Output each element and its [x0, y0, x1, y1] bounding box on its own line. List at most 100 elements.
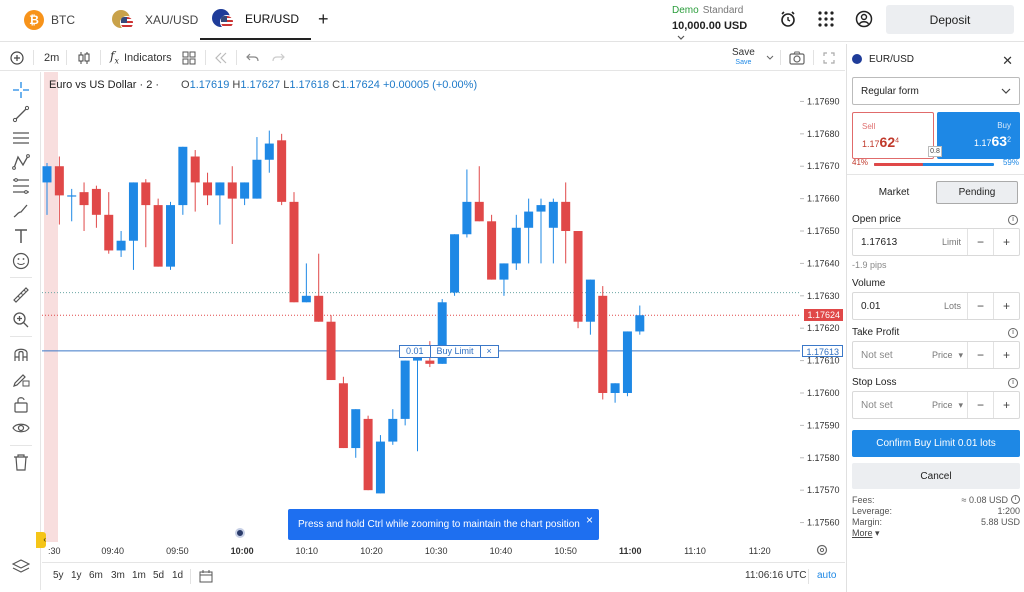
decrement-button[interactable]: −	[967, 392, 993, 418]
timeframe-1m[interactable]: 1m	[132, 570, 146, 581]
buy-limit-order-line[interactable]: 0.01 Buy Limit ×	[399, 344, 499, 358]
layers-icon[interactable]	[12, 558, 30, 576]
open-price-value[interactable]: 1.17613	[853, 237, 942, 248]
more-toggle[interactable]: More ▾	[852, 528, 1020, 539]
indicators-button[interactable]: fx Indicators	[110, 44, 172, 71]
lock-icon[interactable]	[12, 395, 30, 413]
candle-body	[610, 383, 620, 393]
decrement-button[interactable]: −	[967, 342, 993, 368]
save-button[interactable]: Save Save	[732, 48, 755, 68]
pending-tab[interactable]: Pending	[936, 181, 1018, 204]
increment-button[interactable]: +	[993, 293, 1019, 319]
candle	[413, 354, 422, 452]
tab-xau-usd[interactable]: XAU/USD	[112, 0, 198, 40]
close-panel-icon[interactable]: ✕	[1002, 53, 1013, 69]
open-price-field[interactable]: 1.17613 Limit − +	[852, 228, 1020, 256]
stop-loss-unit[interactable]: Price	[932, 400, 959, 410]
order-form-select[interactable]: Regular form	[852, 77, 1020, 105]
timeframe-6m[interactable]: 6m	[89, 570, 103, 581]
redo-icon[interactable]	[272, 52, 285, 64]
increment-button[interactable]: +	[993, 342, 1019, 368]
decrement-button[interactable]: −	[967, 293, 993, 319]
add-symbol-icon[interactable]	[10, 51, 24, 65]
volume-value[interactable]: 0.01	[853, 301, 944, 312]
timeframe-3m[interactable]: 3m	[111, 570, 125, 581]
increment-button[interactable]: +	[993, 392, 1019, 418]
tab-eur-usd[interactable]: EUR/USD	[200, 0, 312, 40]
market-tab[interactable]: Market	[852, 181, 936, 204]
visibility-eye-icon[interactable]	[12, 419, 30, 437]
candlestick-chart[interactable]: 1.17690 1.17680 1.17670 1.17660 1.17650 1.176…	[42, 72, 845, 562]
stop-loss-value[interactable]: Not set	[853, 400, 932, 411]
add-tab-icon[interactable]: +	[318, 9, 329, 30]
undo-icon[interactable]	[246, 52, 259, 64]
toast-close-icon[interactable]: ×	[586, 513, 593, 527]
magnet-icon[interactable]	[12, 345, 30, 363]
trend-line-icon[interactable]	[12, 105, 30, 123]
stop-loss-field[interactable]: Not set Price ▾ − +	[852, 391, 1020, 419]
candle-body	[351, 409, 361, 449]
tool-divider	[10, 336, 32, 337]
info-icon[interactable]: i	[1008, 378, 1018, 388]
brush-icon[interactable]	[12, 202, 30, 220]
x-tick-label: 10:30	[425, 546, 448, 556]
tab-label: EUR/USD	[245, 12, 300, 26]
confirm-order-button[interactable]: Confirm Buy Limit 0.01 lots	[852, 430, 1020, 457]
camera-icon[interactable]	[789, 51, 805, 65]
order-close-icon[interactable]: ×	[481, 346, 498, 357]
volume-field[interactable]: 0.01 Lots − +	[852, 292, 1020, 320]
take-profit-value[interactable]: Not set	[853, 350, 932, 361]
timeframe-5y[interactable]: 5y	[53, 570, 64, 581]
account-selector[interactable]: Demo Standard 10,000.00 USD	[672, 4, 752, 44]
sell-button[interactable]: Sell 1.17624	[852, 112, 934, 159]
alarm-clock-icon[interactable]	[779, 10, 797, 28]
trash-icon[interactable]	[12, 453, 30, 471]
lock-drawing-pencil-icon[interactable]	[12, 370, 30, 388]
ruler-icon[interactable]	[12, 286, 30, 304]
timeframe-1y[interactable]: 1y	[71, 570, 82, 581]
cancel-button[interactable]: Cancel	[852, 463, 1020, 489]
take-profit-unit[interactable]: Price	[932, 350, 959, 360]
zoom-in-icon[interactable]	[12, 311, 30, 329]
buy-label: Buy	[997, 121, 1011, 130]
candle	[277, 133, 287, 206]
interval-button[interactable]: 2m	[44, 44, 59, 71]
info-icon[interactable]: i	[1011, 495, 1020, 504]
info-icon[interactable]: i	[1008, 215, 1018, 225]
scroll-left-handle-icon[interactable]: ‹	[36, 532, 46, 548]
increment-button[interactable]: +	[993, 229, 1019, 255]
chart-settings-gear-icon[interactable]	[816, 544, 828, 556]
fees-label: Fees:	[852, 495, 875, 505]
layout-grid-icon[interactable]	[182, 51, 196, 65]
horizontal-lines-icon[interactable]	[12, 129, 30, 147]
candle	[203, 172, 213, 206]
pattern-icon[interactable]	[12, 153, 30, 171]
emoji-icon[interactable]	[12, 252, 30, 270]
date-range-calendar-icon[interactable]	[199, 569, 213, 583]
economic-event-marker-icon[interactable]	[235, 528, 245, 538]
replay-icon[interactable]	[214, 52, 228, 64]
text-tool-icon[interactable]	[12, 227, 30, 245]
tab-btc[interactable]: ₿ BTC	[24, 0, 75, 40]
buy-button[interactable]: Buy 1.17632	[937, 112, 1020, 159]
user-profile-icon[interactable]	[855, 10, 873, 28]
auto-scale-toggle[interactable]: auto	[817, 570, 836, 581]
candle-body	[338, 383, 348, 449]
fullscreen-icon[interactable]	[823, 52, 835, 64]
price-chart[interactable]: 1.17690 1.17680 1.17670 1.17660 1.17650 1.176…	[36, 72, 845, 562]
fib-retracement-icon[interactable]	[12, 177, 30, 195]
toolbar-divider	[813, 50, 814, 65]
info-icon[interactable]: i	[1008, 328, 1018, 338]
candle-type-icon[interactable]	[77, 51, 91, 65]
current-price-tag: 1.17624	[804, 309, 843, 322]
candle	[511, 214, 521, 270]
crosshair-icon[interactable]	[12, 81, 30, 99]
timeframe-1d[interactable]: 1d	[172, 570, 183, 581]
deposit-button[interactable]: Deposit	[886, 5, 1014, 34]
save-options-chevron-icon[interactable]	[766, 55, 774, 61]
decrement-button[interactable]: −	[967, 229, 993, 255]
take-profit-field[interactable]: Not set Price ▾ − +	[852, 341, 1020, 369]
chevron-down-icon	[677, 35, 685, 40]
timeframe-5d[interactable]: 5d	[153, 570, 164, 581]
apps-grid-icon[interactable]	[817, 10, 835, 28]
